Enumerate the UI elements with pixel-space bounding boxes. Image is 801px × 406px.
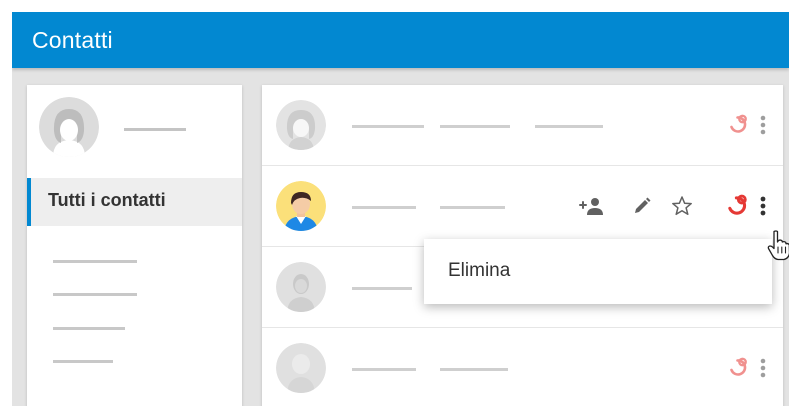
nav-item-placeholder[interactable] (53, 360, 113, 363)
avatar (276, 181, 326, 231)
edit-pencil-icon[interactable] (632, 196, 652, 216)
merge-icon[interactable] (728, 356, 750, 378)
merge-icon[interactable] (728, 113, 750, 135)
menu-item-delete[interactable]: Elimina (424, 239, 772, 304)
person-avatar-icon (276, 343, 326, 393)
email-placeholder (440, 368, 508, 371)
more-vert-icon[interactable] (756, 113, 770, 137)
name-placeholder (352, 125, 424, 128)
list-item[interactable] (262, 85, 783, 166)
menu-item-label: Elimina (448, 260, 511, 281)
sidebar: Tutti i contatti (27, 85, 242, 406)
phone-placeholder (535, 125, 603, 128)
add-person-icon[interactable] (578, 196, 604, 216)
app-window: Contatti Tutti i contatti Elimina (12, 12, 789, 406)
list-item[interactable] (262, 328, 783, 406)
nav-selected-indicator (27, 178, 31, 226)
person-avatar-icon (276, 262, 326, 312)
app-bar: Contatti (12, 12, 789, 68)
woman-avatar-icon (39, 97, 99, 157)
nav-item-label: Tutti i contatti (48, 190, 166, 210)
star-outline-icon[interactable] (671, 195, 693, 217)
app-title: Contatti (32, 27, 113, 53)
merge-icon[interactable] (726, 193, 750, 217)
avatar (276, 100, 326, 150)
name-placeholder (352, 206, 416, 209)
nav-item-placeholder[interactable] (53, 260, 137, 263)
avatar (276, 262, 326, 312)
list-item[interactable] (262, 166, 783, 247)
avatar (276, 343, 326, 393)
man-avatar-icon (276, 181, 326, 231)
more-vert-icon[interactable] (756, 194, 770, 218)
name-placeholder (352, 368, 416, 371)
profile-avatar[interactable] (39, 97, 99, 157)
email-placeholder (440, 206, 505, 209)
email-placeholder (440, 125, 510, 128)
nav-item-all-contacts[interactable]: Tutti i contatti (27, 178, 242, 226)
name-placeholder (352, 287, 412, 290)
context-menu: Elimina (424, 239, 772, 304)
hand-pointer-icon (767, 230, 789, 261)
nav-item-placeholder[interactable] (53, 293, 137, 296)
more-vert-icon[interactable] (756, 356, 770, 380)
woman-avatar-icon (276, 100, 326, 150)
profile-name-placeholder (124, 128, 186, 131)
nav-item-placeholder[interactable] (53, 327, 125, 330)
